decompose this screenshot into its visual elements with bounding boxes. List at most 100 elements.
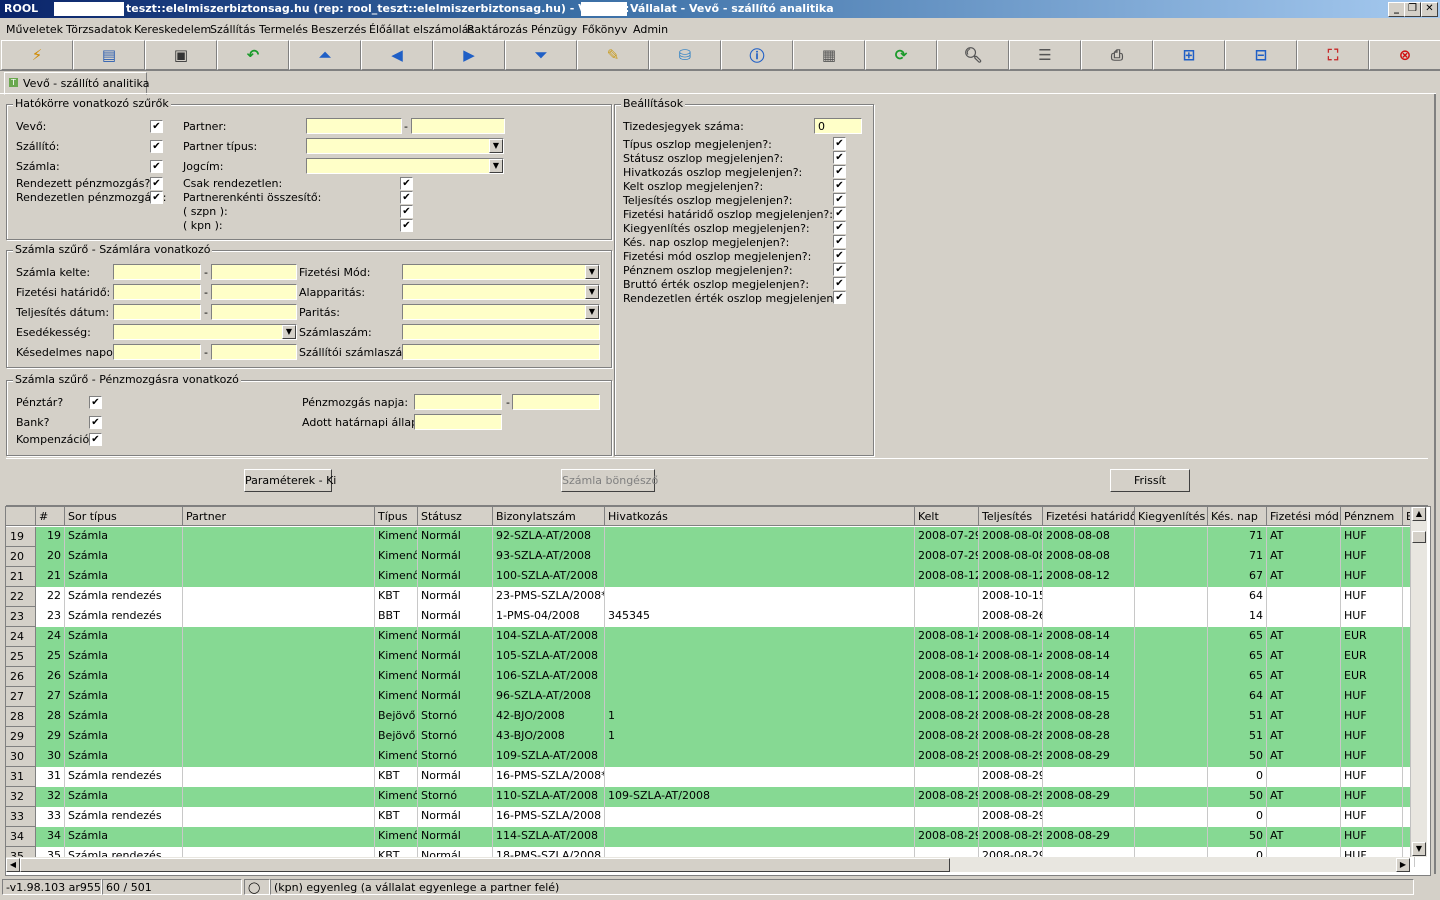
parameters-off-button[interactable]: Paraméterek - Ki <box>244 469 336 492</box>
teljesites-to-input[interactable] <box>211 304 297 320</box>
fizetesi-hatarido-from-input[interactable] <box>113 284 201 300</box>
setting-checkbox[interactable]: ✔ <box>833 151 846 164</box>
column-header[interactable]: Kés. nap <box>1208 507 1267 526</box>
setting-checkbox[interactable]: ✔ <box>833 263 846 276</box>
szamlaszam-input[interactable] <box>402 324 600 340</box>
table-row[interactable]: 21 21 Számla Kimenő Normál 100-SZLA-AT/2008 20… <box>6 567 1415 587</box>
horizontal-scrollbar[interactable]: ◀ ▶ <box>6 857 1410 872</box>
fizetesi-hatarido-to-input[interactable] <box>211 284 297 300</box>
column-header[interactable]: Fizetési mód <box>1267 507 1341 526</box>
column-header[interactable]: Sor típus <box>65 507 183 526</box>
row-indicator[interactable]: 23 <box>6 607 36 627</box>
setting-checkbox[interactable]: ✔ <box>833 277 846 290</box>
column-header[interactable]: Státusz <box>418 507 493 526</box>
row-indicator[interactable]: 32 <box>6 787 36 807</box>
menu-muveletek[interactable]: Műveletek <box>6 23 63 36</box>
table-row[interactable]: 33 33 Számla rendezés KBT Normál 16-PMS-SZLA/… <box>6 807 1415 827</box>
restore-icon[interactable]: ❐ <box>1404 2 1421 17</box>
table-row[interactable]: 30 30 Számla Kimenő Stornó 109-SZLA-AT/2008 20… <box>6 747 1415 767</box>
partner-to-input[interactable] <box>411 118 505 134</box>
column-header[interactable]: # <box>36 507 65 526</box>
row-indicator[interactable]: 25 <box>6 647 36 667</box>
column-header[interactable]: Kelt <box>915 507 979 526</box>
szamla-kelte-from-input[interactable] <box>113 264 201 280</box>
szpn-checkbox[interactable]: ✔ <box>400 205 413 218</box>
partner-tipus-select[interactable]: ▼ <box>306 138 504 154</box>
menu-termeles[interactable]: Termelés <box>259 23 308 36</box>
row-indicator[interactable]: 30 <box>6 747 36 767</box>
close-window-icon[interactable]: ✕ <box>1421 2 1438 17</box>
table-row[interactable]: 19 19 Számla Kimenő Normál 92-SZLA-AT/2008 200… <box>6 527 1415 547</box>
kesedelmes-from-input[interactable] <box>113 344 201 360</box>
menu-torzsadatok[interactable]: Törzsadatok <box>66 23 132 36</box>
szamla-kelte-to-input[interactable] <box>211 264 297 280</box>
table-row[interactable]: 26 26 Számla Kimenő Normál 106-SZLA-AT/2008 20… <box>6 667 1415 687</box>
table-row[interactable]: 20 20 Számla Kimenő Normál 93-SZLA-AT/2008 200… <box>6 547 1415 567</box>
row-indicator[interactable]: 26 <box>6 667 36 687</box>
kesedelmes-to-input[interactable] <box>211 344 297 360</box>
menu-kereskedelem[interactable]: Kereskedelem <box>134 23 211 36</box>
menu-fokonyv[interactable]: Főkönyv <box>582 23 627 36</box>
rendezetlen-checkbox[interactable]: ✔ <box>150 191 163 204</box>
table-row[interactable]: 32 32 Számla Kimenő Stornó 110-SZLA-AT/2008 10… <box>6 787 1415 807</box>
tab-vevo-szallito-analitika[interactable]: T Vevő - szállító analitika <box>4 72 149 95</box>
export-grid-icon[interactable]: ⊞ <box>1153 40 1225 70</box>
row-indicator[interactable]: 33 <box>6 807 36 827</box>
setting-checkbox[interactable]: ✔ <box>833 221 846 234</box>
kpn-checkbox[interactable]: ✔ <box>400 219 413 232</box>
scroll-right-icon[interactable]: ▶ <box>1396 858 1410 872</box>
search-icon[interactable]: 🔍︎ <box>937 40 1009 70</box>
table-row[interactable]: 34 34 Számla Kimenő Normál 114-SZLA-AT/2008 20… <box>6 827 1415 847</box>
execute-icon[interactable]: ⚡ <box>1 40 73 70</box>
setting-checkbox[interactable]: ✔ <box>833 249 846 262</box>
table-row[interactable]: 28 28 Számla Bejövő Stornó 42-BJO/2008 1 2008-0… <box>6 707 1415 727</box>
chevron-down-icon[interactable]: ▼ <box>489 139 503 153</box>
setting-checkbox[interactable]: ✔ <box>833 235 846 248</box>
menu-szallitas[interactable]: Szállítás <box>210 23 255 36</box>
table-row[interactable]: 22 22 Számla rendezés KBT Normál 23-PMS-SZLA/… <box>6 587 1415 607</box>
teljesites-from-input[interactable] <box>113 304 201 320</box>
tizedesjegyek-input[interactable]: 0 <box>814 118 862 134</box>
exit-icon[interactable]: ⊗ <box>1369 40 1440 70</box>
refresh-button[interactable]: Frissít <box>1110 469 1190 492</box>
kompenzacio-checkbox[interactable]: ✔ <box>89 433 102 446</box>
row-indicator[interactable]: 31 <box>6 767 36 787</box>
szamla-checkbox[interactable]: ✔ <box>150 160 163 173</box>
penzmozgas-napja-from-input[interactable] <box>414 394 502 410</box>
penztar-checkbox[interactable]: ✔ <box>89 396 102 409</box>
szallito-checkbox[interactable]: ✔ <box>150 140 163 153</box>
column-header[interactable]: Típus <box>375 507 418 526</box>
setting-checkbox[interactable]: ✔ <box>833 137 846 150</box>
form-view-icon[interactable]: ▦ <box>793 40 865 70</box>
esedekesseg-select[interactable]: ▼ <box>113 324 297 340</box>
jogcim-select[interactable]: ▼ <box>306 158 504 174</box>
last-record-icon[interactable]: ⏷ <box>505 40 577 70</box>
table-row[interactable]: 27 27 Számla Kimenő Normál 96-SZLA-AT/2008 200… <box>6 687 1415 707</box>
import-grid-icon[interactable]: ⊟ <box>1225 40 1297 70</box>
open-icon[interactable]: ▤ <box>73 40 145 70</box>
scroll-up-icon[interactable]: ▲ <box>1412 507 1426 521</box>
menu-penzugy[interactable]: Pénzügy <box>531 23 577 36</box>
menu-raktarozas[interactable]: Raktározás <box>467 23 528 36</box>
row-indicator[interactable]: 22 <box>6 587 36 607</box>
setting-checkbox[interactable]: ✔ <box>833 207 846 220</box>
row-indicator[interactable]: 34 <box>6 827 36 847</box>
setting-checkbox[interactable]: ✔ <box>833 193 846 206</box>
info-icon[interactable]: ⓘ <box>721 40 793 70</box>
column-header[interactable]: Pénznem <box>1341 507 1403 526</box>
row-indicator[interactable]: 29 <box>6 727 36 747</box>
column-header[interactable]: Kiegyenlítés <box>1135 507 1208 526</box>
previous-icon[interactable]: ◀ <box>361 40 433 70</box>
paritas-select[interactable]: ▼ <box>402 304 600 320</box>
scroll-down-icon[interactable]: ▼ <box>1412 842 1426 856</box>
next-icon[interactable]: ▶ <box>433 40 505 70</box>
chevron-down-icon[interactable]: ▼ <box>282 325 296 339</box>
row-indicator[interactable]: 21 <box>6 567 36 587</box>
setting-checkbox[interactable]: ✔ <box>833 179 846 192</box>
table-row[interactable]: 29 29 Számla Bejövő Stornó 43-BJO/2008 1 2008-0… <box>6 727 1415 747</box>
save-icon[interactable]: ▣ <box>145 40 217 70</box>
column-header[interactable]: Fizetési határidő <box>1043 507 1135 526</box>
table-row[interactable]: 23 23 Számla rendezés BBT Normál 1-PMS-04/200… <box>6 607 1415 627</box>
chevron-down-icon[interactable]: ▼ <box>585 305 599 319</box>
column-header[interactable]: Bizonylatszám <box>493 507 605 526</box>
